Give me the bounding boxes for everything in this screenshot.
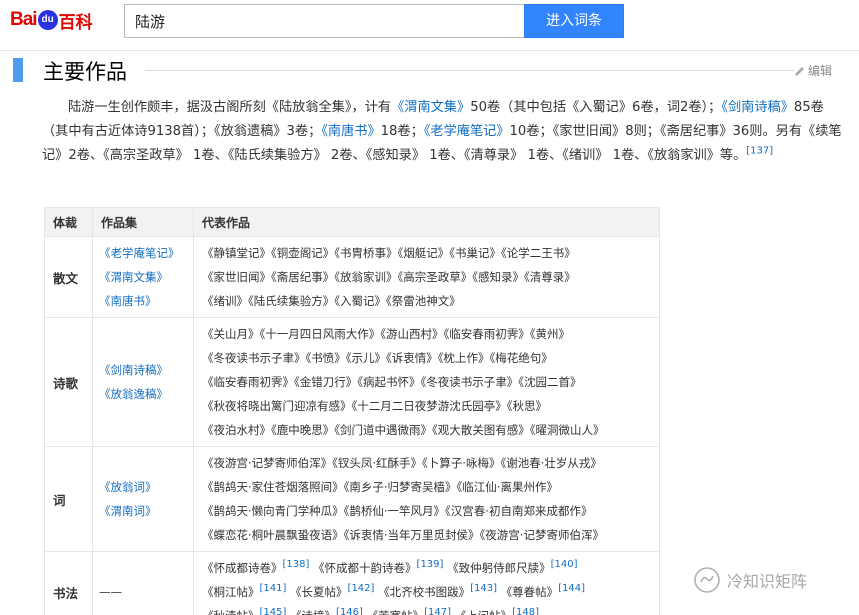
calligraphy-work: 《上问帖》	[455, 609, 513, 615]
para-text: 陆游一生创作颇丰，据汲古阁所刻《陆放翁全集》，计有	[68, 100, 392, 115]
link-laoxuean-biji[interactable]: 《老学庵笔记》	[424, 124, 510, 139]
reference-link[interactable]: [139]	[417, 559, 444, 570]
pencil-icon	[794, 65, 806, 77]
works-line[interactable]: 《关山月》《十一月四日风雨大作》《游山西村》《临安春雨初霁》《黄州》	[202, 322, 651, 346]
genre-cell: 词	[44, 446, 93, 552]
works-cell: 《怀成都诗卷》[138] 《怀成都十韵诗卷》[139] 《致仲躬侍郎尺牍》[14…	[193, 551, 660, 615]
collection-link[interactable]: 《放翁词》	[99, 475, 187, 499]
works-line[interactable]: 《绪训》《陆氏续集验方》《入蜀记》《祭雷池神文》	[202, 289, 651, 313]
works-line[interactable]: 《冬夜读书示子聿》《书愤》《示儿》《诉衷情》《枕上作》《梅花绝句》	[202, 346, 651, 370]
calligraphy-work: 《秋清帖》	[202, 609, 260, 615]
calligraphy-work: 《怀成都十韵诗卷》	[313, 561, 417, 575]
works-line[interactable]: 《临安春雨初霁》《金错刀行》《病起书怀》《冬夜读书示子聿》《沈园二首》	[202, 370, 651, 394]
calligraphy-work: 《诗境》	[290, 609, 336, 615]
works-line[interactable]: 《夜泊水村》《鹿中晚思》《剑门道中遇微雨》《观大散关图有感》《曜洞微山人》	[202, 418, 651, 442]
collection-link[interactable]: 《渭南文集》	[99, 265, 187, 289]
search-input[interactable]	[124, 4, 524, 38]
wechat-logo-icon	[694, 567, 720, 593]
paw-icon: du	[37, 10, 58, 30]
reference-link[interactable]: [148]	[512, 607, 539, 615]
works-line: 《秋清帖》[145] 《诗境》[146] 《苦寒帖》[147] 《上问帖》[14…	[202, 604, 651, 615]
calligraphy-work: 《桐江帖》	[202, 585, 260, 599]
para-text: 50卷（其中包括《入蜀记》6卷，词2卷）；	[470, 100, 722, 115]
works-line[interactable]: 《家世旧闻》《斋居纪事》《放翁家训》《高宗圣政草》《感知录》《清尊录》	[202, 265, 651, 289]
works-line[interactable]: 《夜游宫·记梦寄师伯浑》《钗头凤·红酥手》《卜算子·咏梅》《谢池春·壮岁从戎》	[202, 451, 651, 475]
section-title: 主要作品	[43, 60, 127, 84]
works-line[interactable]: 《鹊鸪天·懒向青门学种瓜》《鹊桥仙·一竿风月》《汉宫春·初自南郑来成都作》	[202, 499, 651, 523]
edit-button[interactable]: 编辑	[794, 62, 832, 79]
table-header-row: 体裁 作品集 代表作品	[44, 207, 660, 237]
calligraphy-work: 《致仲躬侍郎尺牍》	[447, 561, 551, 575]
collection-link[interactable]: 《放翁逸稿》	[99, 382, 187, 406]
collection-cell: ——	[92, 551, 194, 615]
logo-text-baike: 百科	[58, 12, 93, 33]
genre-cell: 书法	[44, 551, 93, 615]
header-genre: 体裁	[44, 207, 93, 237]
collection-cell: 《剑南诗稿》 《放翁逸稿》	[92, 317, 194, 447]
top-bar: Bai du 百科 进入词条	[0, 0, 859, 44]
works-line[interactable]: 《静镇堂记》《铜壶阁记》《书胄桥事》《烟艇记》《书巢记》《论学二王书》	[202, 241, 651, 265]
enter-entry-button[interactable]: 进入词条	[524, 4, 624, 38]
reference-link[interactable]: [146]	[336, 607, 363, 615]
header-representative-works: 代表作品	[193, 207, 660, 237]
collection-link[interactable]: 《剑南诗稿》	[99, 358, 187, 382]
wechat-watermark: 冷知识矩阵	[693, 566, 807, 594]
reference-link[interactable]: [143]	[470, 583, 497, 594]
header-divider	[0, 50, 859, 51]
table-row: 诗歌 《剑南诗稿》 《放翁逸稿》 《关山月》《十一月四日风雨大作》《游山西村》《临安春…	[44, 317, 660, 447]
edit-label: 编辑	[808, 64, 833, 78]
works-line[interactable]: 《秋夜将晓出篱门迎凉有感》《十二月二日夜梦游沈氏园亭》《秋思》	[202, 394, 651, 418]
works-cell: 《静镇堂记》《铜壶阁记》《书胄桥事》《烟艇记》《书巢记》《论学二王书》 《家世旧闻…	[193, 236, 660, 318]
baidu-baike-logo[interactable]: Bai du 百科	[10, 6, 93, 34]
reference-link[interactable]: [147]	[424, 607, 451, 615]
calligraphy-work: 《怀成都诗卷》	[202, 561, 283, 575]
works-line[interactable]: 《鹊鸪天·家住苍烟落照间》《南乡子·归梦寄吴樯》《临江仙·离果州作》	[202, 475, 651, 499]
works-cell: 《关山月》《十一月四日风雨大作》《游山西村》《临安春雨初霁》《黄州》 《冬夜读书示…	[193, 317, 660, 447]
link-weinan-wenji[interactable]: 《渭南文集》	[391, 100, 470, 115]
collection-link[interactable]: 《南唐书》	[99, 289, 187, 313]
collection-link[interactable]: 《老学庵笔记》	[99, 241, 187, 265]
link-jiannan-shigao[interactable]: 《剑南诗稿》	[721, 100, 794, 115]
link-nantang-shu[interactable]: 《南唐书》	[321, 124, 380, 139]
reference-link[interactable]: [142]	[348, 583, 375, 594]
works-line[interactable]: 《蝶恋花·桐叶晨飘蛩夜语》《诉衷情·当年万里觅封侯》《夜游宫·记梦寄师伯浑》	[202, 523, 651, 547]
watermark-text: 冷知识矩阵	[727, 572, 808, 591]
para-text: 18卷；	[380, 124, 424, 139]
collection-link[interactable]: 《渭南词》	[99, 499, 187, 523]
table-row: 词《放翁词》 《渭南词》 《夜游宫·记梦寄师伯浑》《钗头凤·红酥手》《卜算子·咏梅》…	[44, 446, 660, 552]
collection-empty: ——	[99, 585, 122, 599]
works-line: 《怀成都诗卷》[138] 《怀成都十韵诗卷》[139] 《致仲躬侍郎尺牍》[14…	[202, 556, 651, 580]
genre-cell: 散文	[44, 236, 93, 318]
reference-link[interactable]: [140]	[551, 559, 578, 570]
works-cell: 《夜游宫·记梦寄师伯浑》《钗头凤·红酥手》《卜算子·咏梅》《谢池春·壮岁从戎》《…	[193, 446, 660, 552]
section-header: 主要作品 编辑	[0, 54, 859, 86]
section-accent-bar	[13, 58, 23, 82]
reference-link[interactable]: [144]	[558, 583, 585, 594]
table-row: 散文 《老学庵笔记》 《渭南文集》 《南唐书》 《静镇堂记》《铜壶阁记》《书胄桥事》《烟…	[44, 236, 660, 318]
header-collection: 作品集	[92, 207, 194, 237]
works-line: 《桐江帖》[141] 《长夏帖》[142] 《北齐校书图跋》[143] 《尊眷帖…	[202, 580, 651, 604]
works-table: 体裁 作品集 代表作品 散文 《老学庵笔记》 《渭南文集》 《南唐书》 《静镇堂记》《铜…	[44, 207, 660, 615]
logo-text-bai: Bai	[10, 9, 38, 30]
calligraphy-work: 《北齐校书图跋》	[378, 585, 471, 599]
reference-link[interactable]: [141]	[260, 583, 287, 594]
calligraphy-work: 《长夏帖》	[290, 585, 348, 599]
section-divider	[145, 70, 795, 71]
intro-paragraph: 陆游一生创作颇丰，据汲古阁所刻《陆放翁全集》，计有《渭南文集》50卷（其中包括《…	[42, 96, 847, 168]
reference-link[interactable]: [145]	[260, 607, 287, 615]
calligraphy-work: 《尊眷帖》	[500, 585, 559, 599]
calligraphy-work: 《苦寒帖》	[367, 609, 425, 615]
collection-cell: 《放翁词》 《渭南词》	[92, 446, 194, 552]
reference-link[interactable]: [137]	[746, 146, 773, 157]
collection-cell: 《老学庵笔记》 《渭南文集》 《南唐书》	[92, 236, 194, 318]
genre-cell: 诗歌	[44, 317, 93, 447]
reference-link[interactable]: [138]	[283, 559, 310, 570]
table-row: 书法 —— 《怀成都诗卷》[138] 《怀成都十韵诗卷》[139] 《致仲躬侍郎尺牍…	[44, 551, 660, 615]
